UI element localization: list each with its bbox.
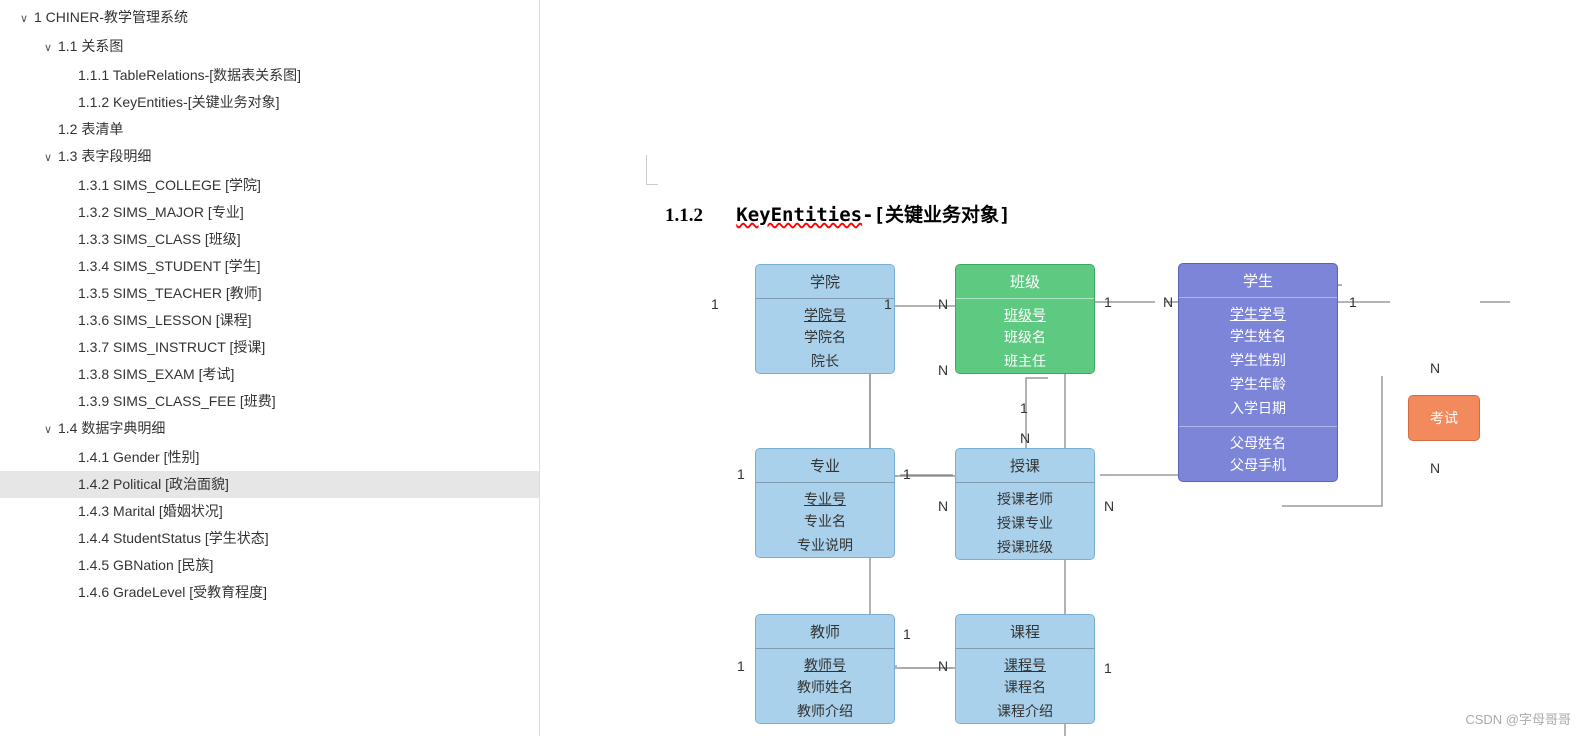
card-one: 1 [884, 296, 892, 312]
entity-pk: 学院号 [756, 299, 894, 325]
entity-pk: 课程号 [956, 649, 1094, 675]
watermark: CSDN @字母哥哥 [1465, 709, 1571, 728]
card-one: 1 [903, 466, 911, 482]
tree-1-3-7[interactable]: 1.3.7 SIMS_INSTRUCT [授课] [0, 334, 539, 361]
tree-root[interactable]: ∨1 CHINER-教学管理系统 [0, 4, 539, 33]
tree-1-3-2[interactable]: 1.3.2 SIMS_MAJOR [专业] [0, 199, 539, 226]
ruler-tick [646, 155, 658, 185]
tree-1-3-1[interactable]: 1.3.1 SIMS_COLLEGE [学院] [0, 172, 539, 199]
tree-1-3-9[interactable]: 1.3.9 SIMS_CLASS_FEE [班费] [0, 388, 539, 415]
tree-1-4-2[interactable]: 1.4.2 Political [政治面貌] [0, 471, 539, 498]
card-one: 1 [737, 466, 745, 482]
entity-field: 专业说明 [756, 533, 894, 557]
tree-1-1-1[interactable]: 1.1.1 TableRelations-[数据表关系图] [0, 62, 539, 89]
chevron-down-icon: ∨ [44, 145, 58, 172]
entity-field: 院长 [756, 349, 894, 373]
entity-instruct[interactable]: 授课 授课老师 授课专业 授课班级 [955, 448, 1095, 560]
document-viewport[interactable]: 1.1.2 KeyEntities-[关键业务对象] 学院 学院号 学 [560, 0, 1589, 736]
entity-title: 考试 [1430, 410, 1458, 426]
section-number: 1.1.2 [665, 205, 703, 226]
entity-field: 班主任 [956, 349, 1094, 373]
entity-field: 课程介绍 [956, 699, 1094, 723]
card-many: N [1430, 460, 1440, 476]
entity-title: 学院 [756, 265, 894, 299]
entity-field: 学生年龄 [1179, 372, 1337, 396]
entity-field: 父母姓名 [1179, 426, 1337, 453]
entity-field: 授课专业 [956, 511, 1094, 535]
heading-keyword: KeyEntities [736, 204, 862, 226]
tree-1-4-1[interactable]: 1.4.1 Gender [性别] [0, 444, 539, 471]
entity-college[interactable]: 学院 学院号 学院名 院长 [755, 264, 895, 374]
card-one: 1 [737, 658, 745, 674]
entity-pk: 学生学号 [1179, 298, 1337, 324]
tree-1-1-2[interactable]: 1.1.2 KeyEntities-[关键业务对象] [0, 89, 539, 116]
tree-1-3-8[interactable]: 1.3.8 SIMS_EXAM [考试] [0, 361, 539, 388]
card-many: N [1163, 294, 1173, 310]
entity-major[interactable]: 专业 专业号 专业名 专业说明 [755, 448, 895, 558]
card-many: N [1104, 498, 1114, 514]
card-many: N [938, 362, 948, 378]
entity-class[interactable]: 班级 班级号 班级名 班主任 [955, 264, 1095, 374]
entity-field: 父母手机 [1179, 453, 1337, 481]
card-many: N [938, 498, 948, 514]
entity-field: 授课老师 [956, 483, 1094, 511]
card-many: N [1430, 360, 1440, 376]
entity-field: 班级名 [956, 325, 1094, 349]
tree-1-2[interactable]: 1.2 表清单 [0, 116, 539, 143]
doc-section-heading: 1.1.2 KeyEntities-[关键业务对象] [665, 200, 1010, 227]
tree-1-4-5[interactable]: 1.4.5 GBNation [民族] [0, 552, 539, 579]
card-one: 1 [711, 296, 719, 312]
entity-pk: 专业号 [756, 483, 894, 509]
entity-exam[interactable]: 考试 [1408, 395, 1480, 441]
entity-pk: 班级号 [956, 299, 1094, 325]
entity-field: 学生姓名 [1179, 324, 1337, 348]
entity-teacher[interactable]: 教师 教师号 教师姓名 教师介绍 [755, 614, 895, 724]
card-many: N [938, 296, 948, 312]
entity-field: 入学日期 [1179, 396, 1337, 420]
tree-1-1[interactable]: ∨1.1 关系图 [0, 33, 539, 62]
entity-field: 教师姓名 [756, 675, 894, 699]
entity-field: 课程名 [956, 675, 1094, 699]
chevron-down-icon: ∨ [44, 35, 58, 62]
tree-1-3[interactable]: ∨1.3 表字段明细 [0, 143, 539, 172]
outline-tree: ∨1 CHINER-教学管理系统 ∨1.1 关系图 1.1.1 TableRel… [0, 0, 540, 736]
entity-title: 课程 [956, 615, 1094, 649]
entity-pk: 教师号 [756, 649, 894, 675]
tree-1-4-4[interactable]: 1.4.4 StudentStatus [学生状态] [0, 525, 539, 552]
card-one: 1 [903, 626, 911, 642]
card-one: 1 [1104, 660, 1112, 676]
tree-1-4-6[interactable]: 1.4.6 GradeLevel [受教育程度] [0, 579, 539, 606]
entity-field: 专业名 [756, 509, 894, 533]
entity-title: 教师 [756, 615, 894, 649]
card-many: N [1020, 430, 1030, 446]
entity-field: 教师介绍 [756, 699, 894, 723]
tree-1-4-3[interactable]: 1.4.3 Marital [婚姻状况] [0, 498, 539, 525]
tree-1-3-6[interactable]: 1.3.6 SIMS_LESSON [课程] [0, 307, 539, 334]
entity-field: 授课班级 [956, 535, 1094, 559]
entity-field: 学院名 [756, 325, 894, 349]
entity-title: 授课 [956, 449, 1094, 483]
chevron-down-icon: ∨ [20, 6, 34, 33]
entity-title: 学生 [1179, 264, 1337, 298]
card-many: N [938, 658, 948, 674]
heading-rest: -[关键业务对象] [862, 204, 1010, 226]
tree-1-3-4[interactable]: 1.3.4 SIMS_STUDENT [学生] [0, 253, 539, 280]
entity-lesson[interactable]: 课程 课程号 课程名 课程介绍 [955, 614, 1095, 724]
chevron-down-icon: ∨ [44, 417, 58, 444]
card-one: 1 [1104, 294, 1112, 310]
entity-title: 班级 [956, 265, 1094, 299]
tree-1-4[interactable]: ∨1.4 数据字典明细 [0, 415, 539, 444]
tree-1-3-5[interactable]: 1.3.5 SIMS_TEACHER [教师] [0, 280, 539, 307]
tree-1-3-3[interactable]: 1.3.3 SIMS_CLASS [班级] [0, 226, 539, 253]
entity-field: 学生性别 [1179, 348, 1337, 372]
card-one: 1 [1020, 400, 1028, 416]
entity-title: 专业 [756, 449, 894, 483]
entity-student[interactable]: 学生 学生学号 学生姓名 学生性别 学生年龄 入学日期 父母姓名 父母手机 [1178, 263, 1338, 482]
card-one: 1 [1349, 294, 1357, 310]
